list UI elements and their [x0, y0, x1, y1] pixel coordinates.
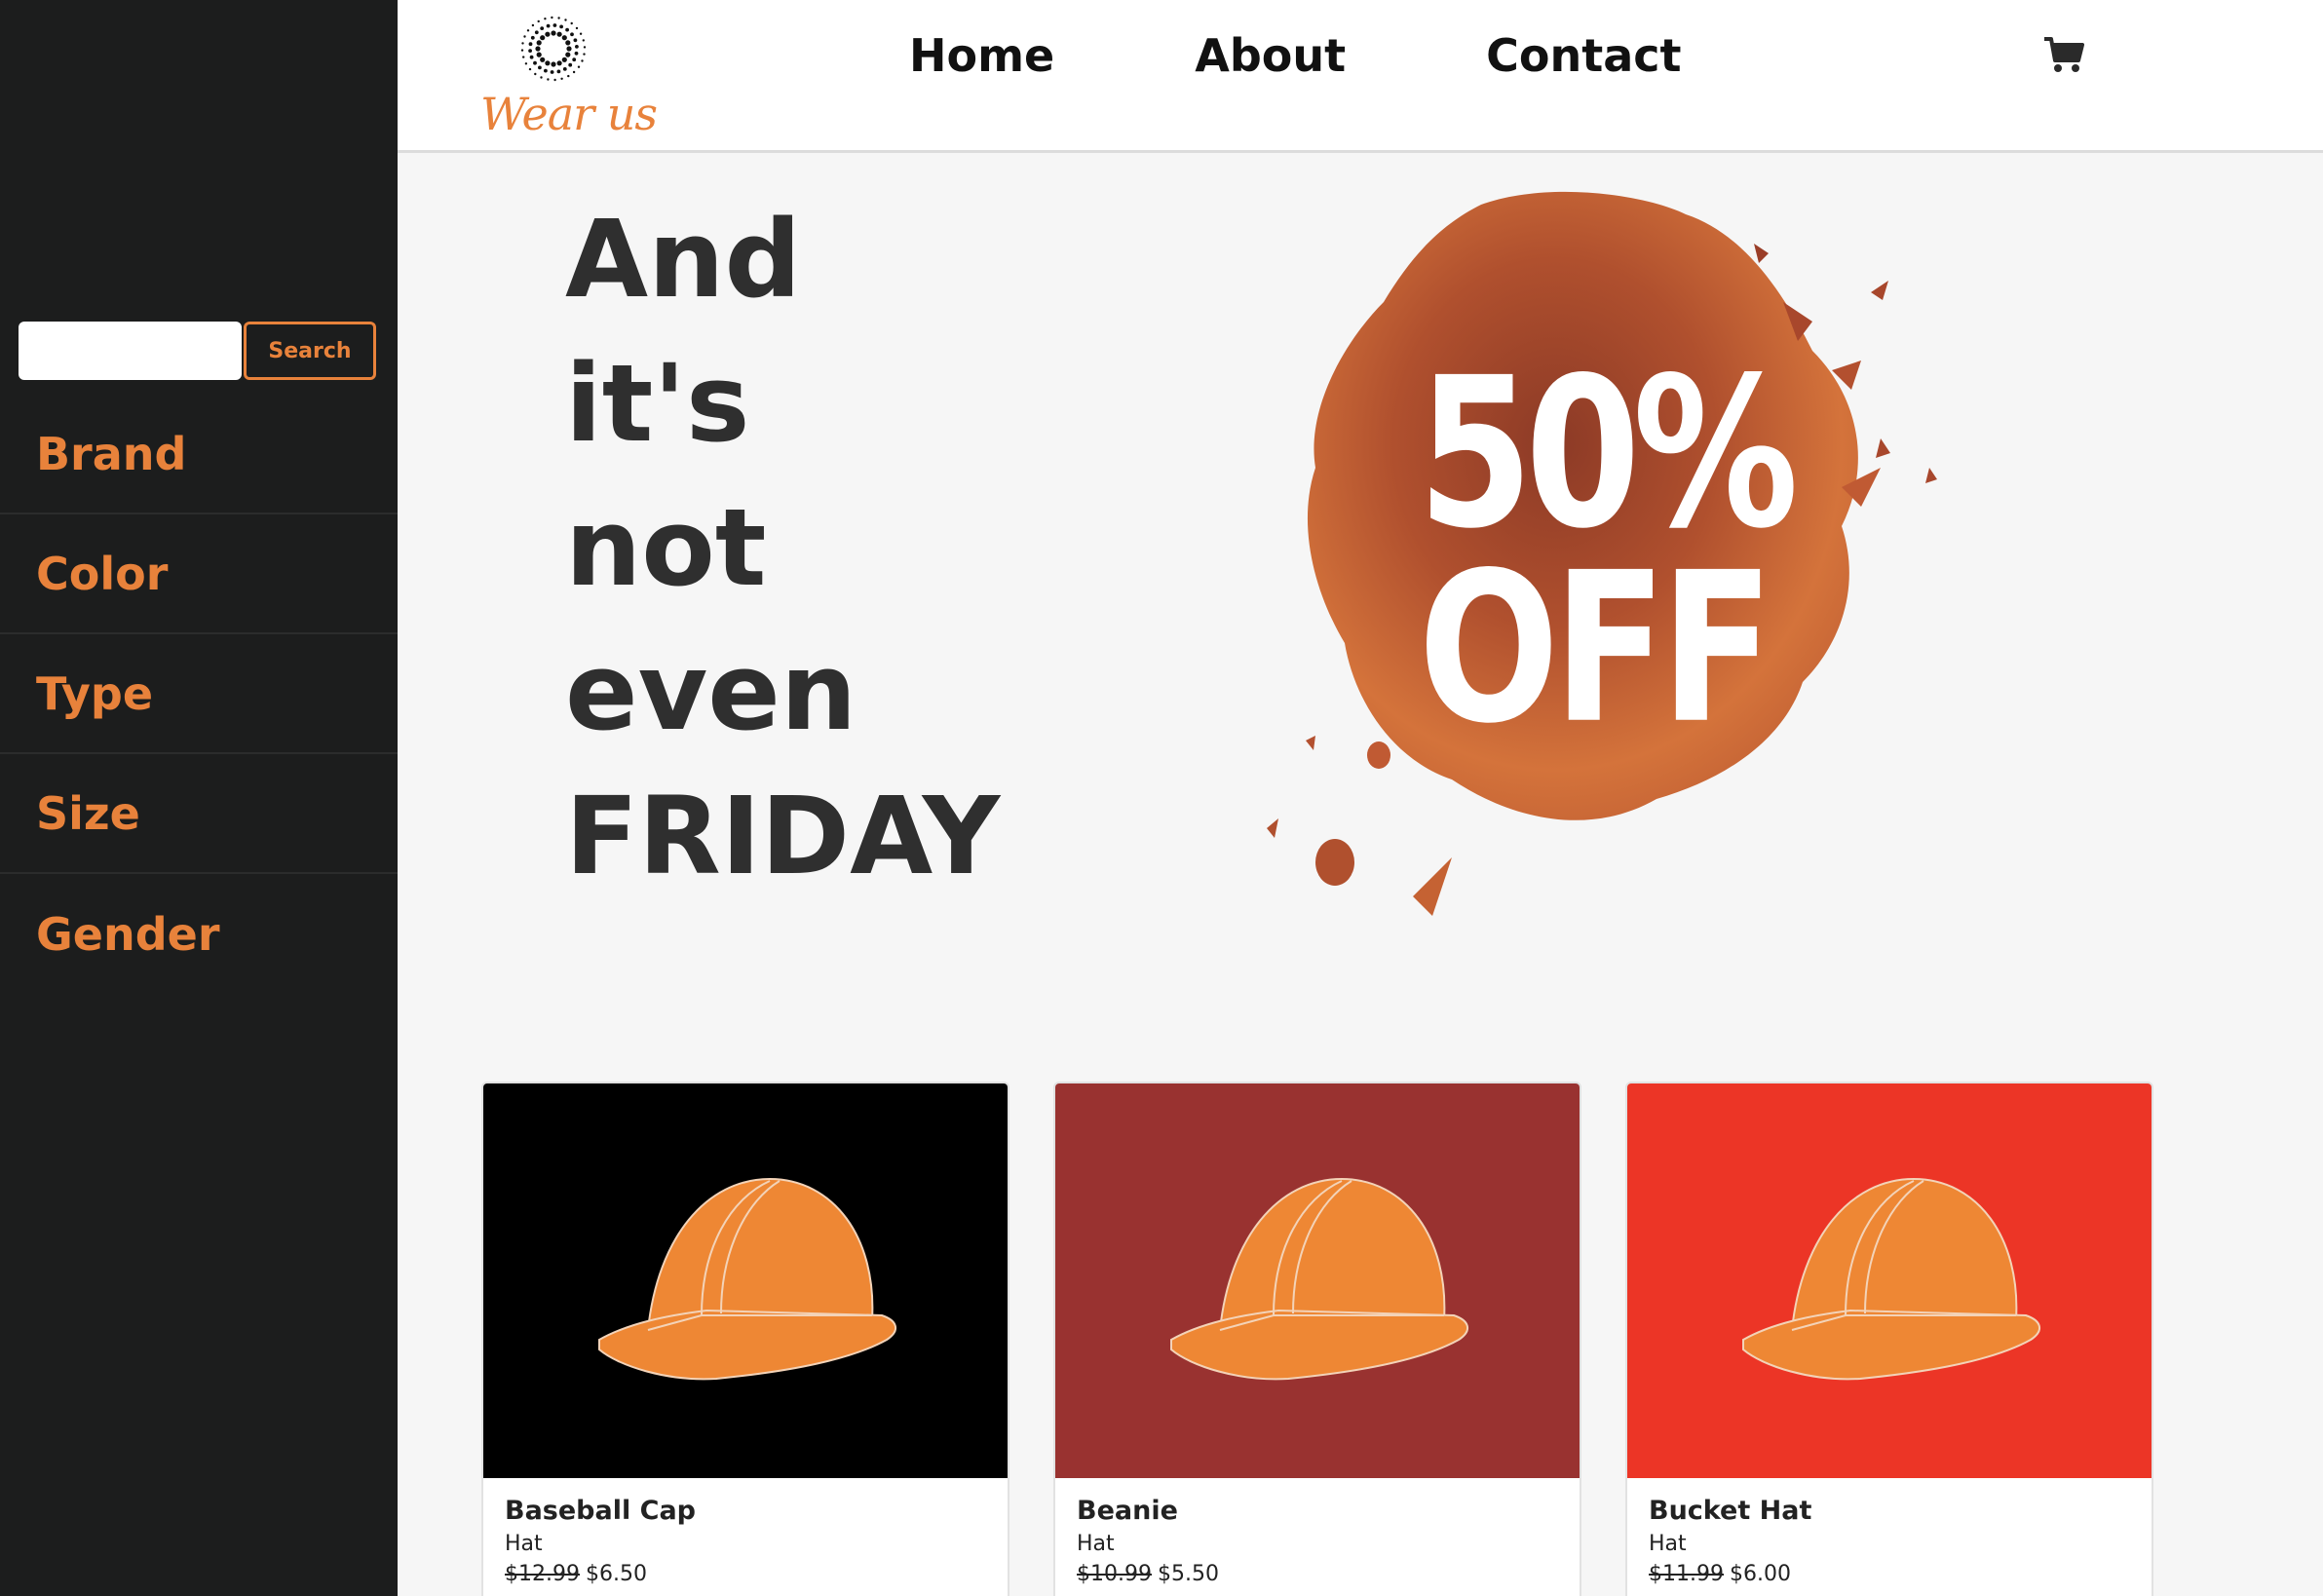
product-info: Beanie Hat $10.99 $5.50: [1055, 1478, 1580, 1596]
hero-line: And: [565, 197, 802, 322]
product-info: Baseball Cap Hat $12.99 $6.50: [483, 1478, 1008, 1596]
hard-hat-icon: [1170, 1177, 1468, 1380]
product-type: Hat: [1077, 1532, 1115, 1556]
product-old-price: $10.99: [1077, 1562, 1152, 1586]
product-card[interactable]: Baseball Cap Hat $12.99 $6.50: [481, 1082, 1009, 1596]
product-sale-price: $6.50: [585, 1562, 647, 1586]
product-image: [1627, 1083, 2152, 1478]
product-old-price: $12.99: [505, 1562, 580, 1586]
product-old-price: $11.99: [1649, 1562, 1724, 1586]
hero-line: FRIDAY: [565, 774, 1001, 898]
nav-about[interactable]: About: [1195, 29, 1346, 82]
filter-gender[interactable]: Gender: [0, 874, 398, 994]
product-name: Bucket Hat: [1649, 1496, 1812, 1526]
filter-type[interactable]: Type: [0, 634, 398, 754]
logo[interactable]: Wear us: [471, 10, 666, 141]
nav-contact[interactable]: Contact: [1486, 29, 1681, 82]
product-name: Beanie: [1077, 1496, 1178, 1526]
logo-text: Wear us: [480, 88, 658, 140]
hard-hat-icon: [598, 1177, 896, 1380]
filter-brand[interactable]: Brand: [0, 395, 398, 514]
search-input[interactable]: [19, 322, 242, 380]
main-nav: Home About Contact: [909, 29, 1682, 82]
badge-percent: 50%: [1418, 333, 1799, 575]
product-card[interactable]: Beanie Hat $10.99 $5.50: [1053, 1082, 1581, 1596]
badge-text: 50% OFF: [1418, 333, 1799, 753]
filter-list: Brand Color Type Size Gender: [0, 395, 398, 994]
filter-color[interactable]: Color: [0, 514, 398, 634]
product-image: [1055, 1083, 1580, 1478]
hard-hat-icon: [1742, 1177, 2040, 1380]
product-card[interactable]: Bucket Hat Hat $11.99 $6.00: [1625, 1082, 2153, 1596]
product-sale-price: $6.00: [1729, 1562, 1791, 1586]
hero-line: not: [565, 485, 767, 610]
sidebar: Search Brand Color Type Size Gender: [0, 0, 398, 1596]
sunburst-dots-icon: [520, 16, 587, 82]
product-price: $10.99 $5.50: [1077, 1562, 1558, 1586]
product-type: Hat: [1649, 1532, 1687, 1556]
product-grid: Baseball Cap Hat $12.99 $6.50 Beanie Hat …: [481, 1082, 2153, 1596]
hero-line: even: [565, 629, 857, 754]
app-root: Search Brand Color Type Size Gender Wear…: [0, 0, 2323, 1596]
product-info: Bucket Hat Hat $11.99 $6.00: [1627, 1478, 2152, 1596]
product-price: $12.99 $6.50: [505, 1562, 986, 1586]
product-image: [483, 1083, 1008, 1478]
hero-headline: And it's not even FRIDAY: [565, 187, 1150, 908]
top-header: Wear us Home About Contact: [398, 0, 2323, 153]
filter-size[interactable]: Size: [0, 754, 398, 874]
hero-line: it's: [565, 341, 750, 466]
search-form: Search: [19, 322, 376, 380]
product-price: $11.99 $6.00: [1649, 1562, 2130, 1586]
sale-badge: 50% OFF: [1238, 175, 1949, 935]
badge-off: OFF: [1418, 528, 1774, 770]
product-type: Hat: [505, 1532, 543, 1556]
product-sale-price: $5.50: [1157, 1562, 1219, 1586]
nav-home[interactable]: Home: [909, 29, 1054, 82]
cart-icon[interactable]: [2042, 35, 2085, 74]
product-name: Baseball Cap: [505, 1496, 697, 1526]
search-button[interactable]: Search: [244, 322, 376, 380]
